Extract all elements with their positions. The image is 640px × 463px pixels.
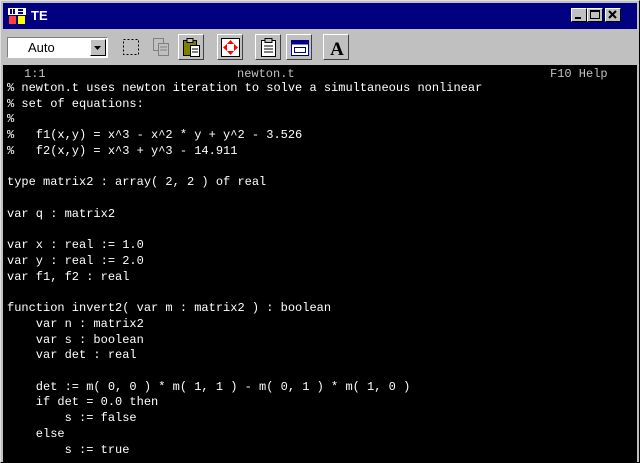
code-line: var det : real bbox=[7, 348, 137, 363]
file-name: newton.t bbox=[237, 67, 295, 81]
code-line: var y : real := 2.0 bbox=[7, 253, 144, 268]
ms-dos-icon[interactable] bbox=[7, 7, 27, 25]
editor-area[interactable]: 1:1 newton.t F10 Help % newton.t uses ne… bbox=[3, 65, 637, 462]
font-icon: A bbox=[330, 39, 344, 60]
background-button[interactable] bbox=[286, 34, 312, 60]
mode-select-value: Auto bbox=[28, 40, 55, 55]
code-line: % f2(x,y) = x^3 + y^3 - 14.911 bbox=[7, 143, 238, 158]
te-window: TE Auto A 1:1 newton.t F10 Help % newton… bbox=[0, 0, 640, 463]
marquee-select-icon bbox=[123, 39, 139, 55]
maximize-button[interactable] bbox=[587, 8, 603, 22]
code-line: var f1, f2 : real bbox=[7, 269, 130, 284]
code-line: type matrix2 : array( 2, 2 ) of real bbox=[7, 175, 267, 190]
paste-icon bbox=[183, 38, 200, 57]
font-button[interactable]: A bbox=[323, 34, 349, 60]
code-line: % newton.t uses newton iteration to solv… bbox=[7, 81, 483, 95]
full-screen-button[interactable] bbox=[217, 34, 243, 60]
code-line: function invert2( var m : matrix2 ) : bo… bbox=[7, 301, 332, 316]
code-line: % f1(x,y) = x^3 - x^2 * y + y^2 - 3.526 bbox=[7, 128, 303, 143]
title-bar[interactable]: TE bbox=[3, 3, 637, 29]
mode-select-arrow[interactable] bbox=[90, 39, 106, 56]
window-background-icon bbox=[291, 40, 309, 56]
copy-icon bbox=[153, 38, 169, 56]
minimize-button[interactable] bbox=[571, 8, 587, 22]
toolbar: Auto A bbox=[3, 30, 637, 64]
code-line: var q : matrix2 bbox=[7, 206, 116, 221]
chevron-down-icon bbox=[94, 46, 101, 50]
code-line: var s : boolean bbox=[7, 332, 144, 347]
code-line: det := m( 0, 0 ) * m( 1, 1 ) - m( 0, 1 )… bbox=[7, 379, 411, 394]
window-title: TE bbox=[31, 8, 48, 23]
code-line: % set of equations: bbox=[7, 96, 144, 111]
code-line: var n : matrix2 bbox=[7, 316, 144, 331]
help-hint: F10 Help bbox=[550, 67, 608, 81]
paste-button[interactable] bbox=[178, 34, 204, 60]
copy-button[interactable] bbox=[148, 34, 174, 60]
code-line: s := true bbox=[7, 442, 130, 457]
code-line: var x : real := 1.0 bbox=[7, 238, 144, 253]
svg-text:A: A bbox=[330, 39, 344, 60]
close-icon bbox=[608, 10, 617, 19]
mode-select[interactable]: Auto bbox=[7, 37, 108, 58]
code-line: if det = 0.0 then bbox=[7, 395, 159, 410]
minimize-icon bbox=[575, 17, 581, 19]
code-line: else bbox=[7, 426, 65, 441]
mark-button[interactable] bbox=[118, 34, 144, 60]
properties-icon bbox=[261, 38, 276, 57]
code-line: s := false bbox=[7, 411, 137, 426]
full-screen-icon bbox=[221, 38, 240, 57]
cursor-position: 1:1 bbox=[24, 67, 46, 81]
properties-button[interactable] bbox=[255, 34, 281, 60]
maximize-icon bbox=[590, 10, 600, 19]
close-button[interactable] bbox=[605, 8, 621, 22]
code-line: % bbox=[7, 112, 15, 127]
code-text[interactable]: % newton.t uses newton iteration to solv… bbox=[7, 81, 482, 458]
